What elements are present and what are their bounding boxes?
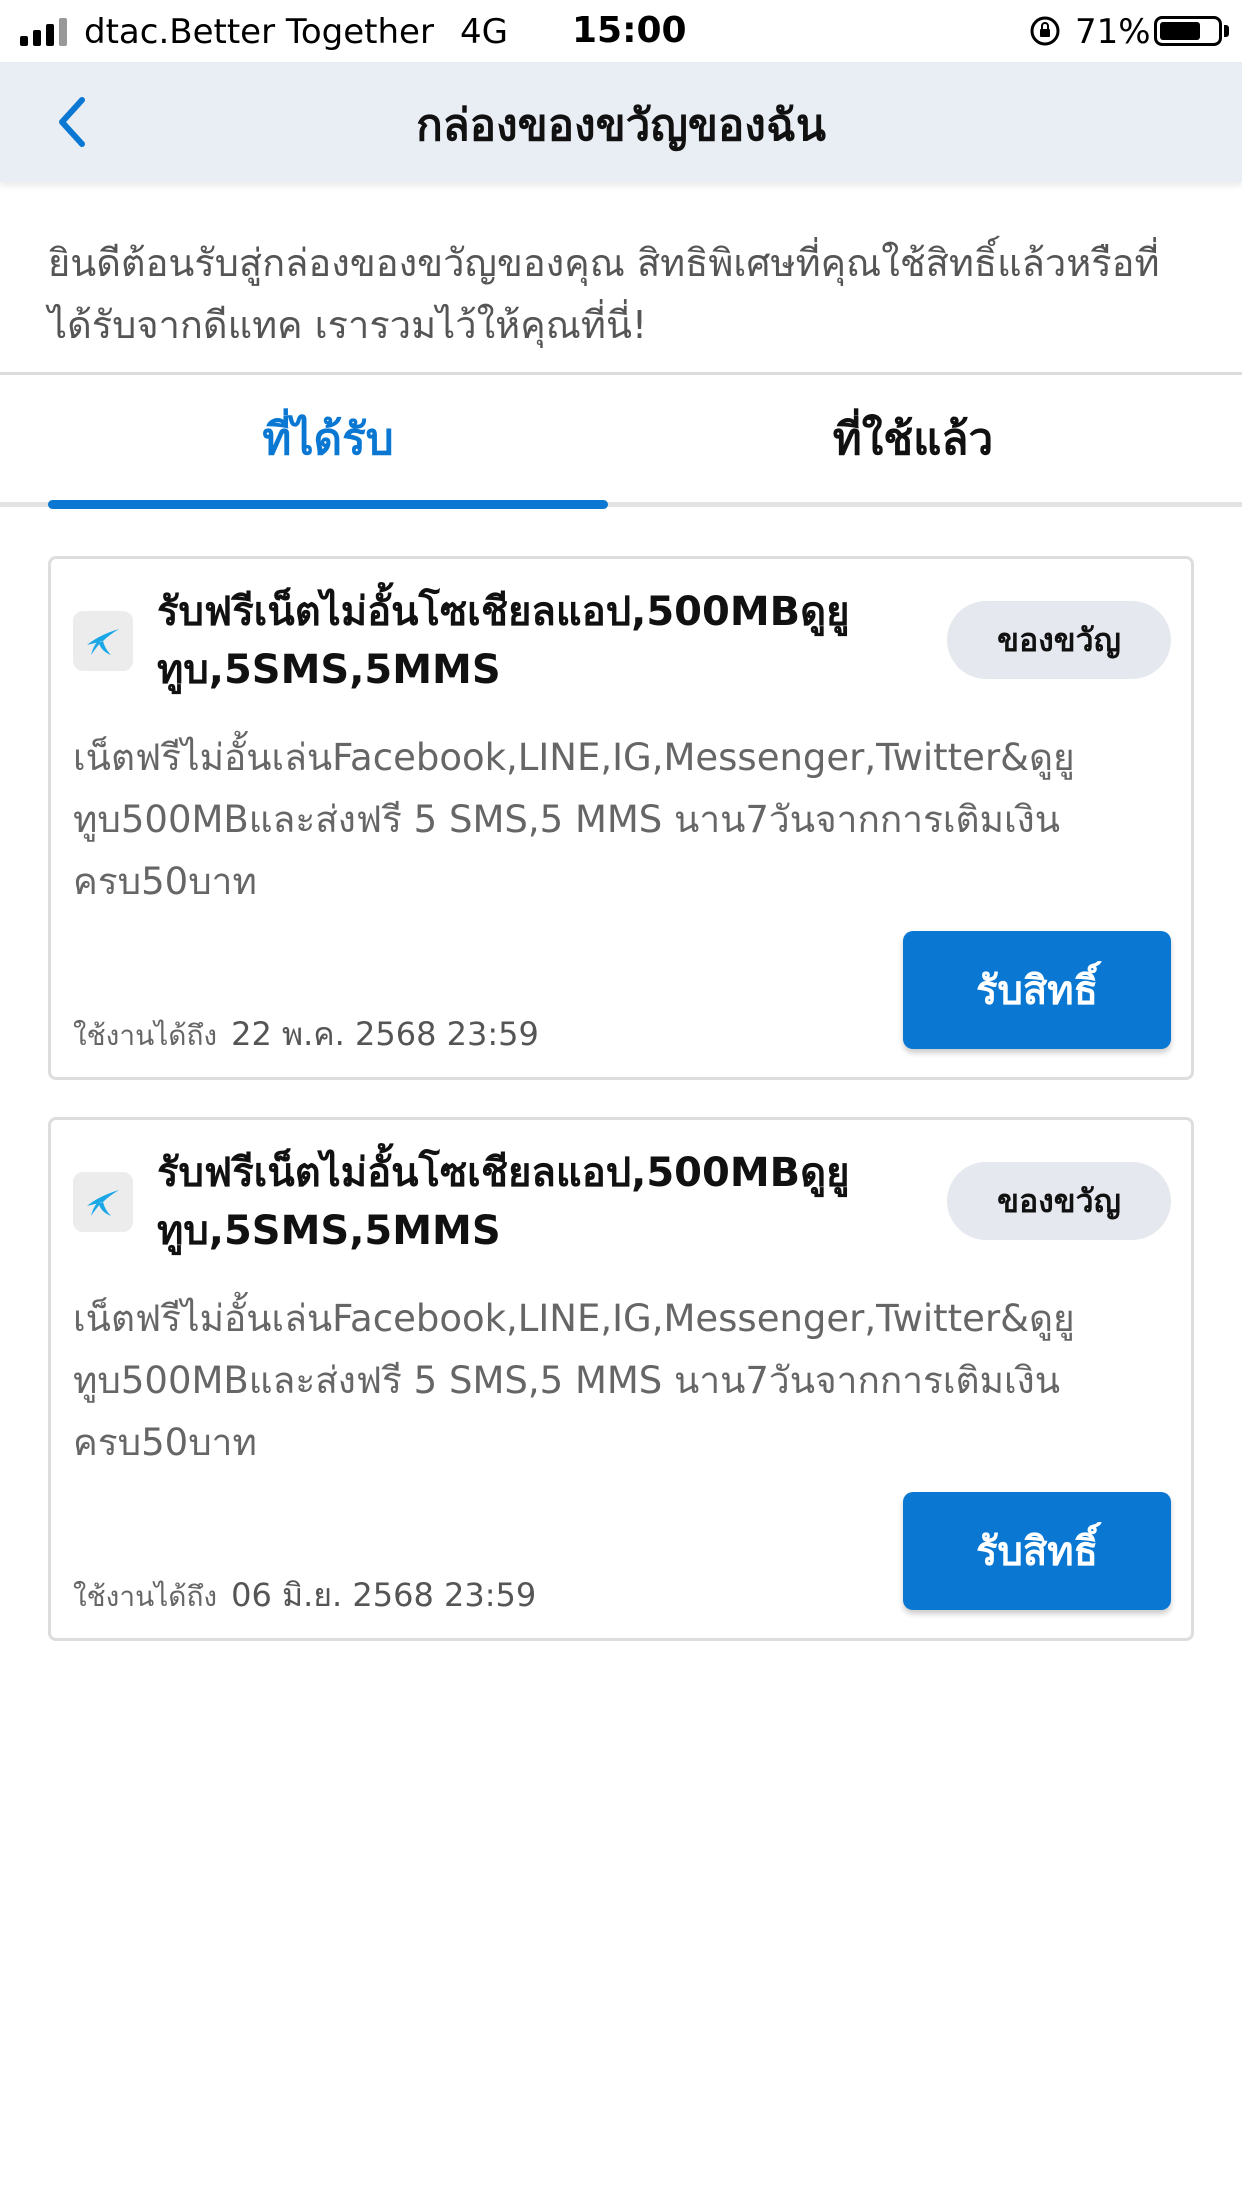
intro-text: ยินดีต้อนรับสู่กล่องของขวัญของคุณ สิทธิพ…	[48, 241, 1160, 347]
expiry-info: ใช้งานได้ถึง 06 มิ.ย. 2568 23:59	[73, 1570, 536, 1621]
clock-time: 15:00	[572, 10, 687, 51]
card-description: เน็ตฟรีไม่อั้นเล่นFacebook,LINE,IG,Messe…	[73, 1297, 1075, 1464]
card-title: รับฟรีเน็ตไม่อั้นโซเชียลแอป,500MBดูยูทูบ…	[157, 589, 850, 693]
dtac-logo-icon	[73, 611, 133, 671]
battery-icon	[1154, 16, 1222, 46]
gift-card: รับฟรีเน็ตไม่อั้นโซเชียลแอป,500MBดูยูทูบ…	[48, 1117, 1194, 1641]
expiry-label: ใช้งานได้ถึง	[73, 1019, 218, 1052]
expiry-date: 22 พ.ค. 2568 23:59	[231, 1015, 539, 1053]
expiry-date: 06 มิ.ย. 2568 23:59	[231, 1576, 537, 1614]
gift-badge: ของขวัญ	[947, 601, 1171, 679]
tab-received[interactable]: ที่ได้รับ	[48, 375, 608, 503]
gift-card: รับฟรีเน็ตไม่อั้นโซเชียลแอป,500MBดูยูทูบ…	[48, 556, 1194, 1080]
expiry-info: ใช้งานได้ถึง 22 พ.ค. 2568 23:59	[73, 1009, 539, 1060]
battery-percent: 71%	[1075, 12, 1151, 52]
signal-icon	[20, 16, 67, 46]
tab-active-indicator	[48, 500, 608, 509]
page-title: กล่องของขวัญของฉัน	[416, 100, 826, 151]
tab-bar: ที่ได้รับ ที่ใช้แล้ว	[0, 375, 1242, 513]
claim-button[interactable]: รับสิทธิ์	[903, 1492, 1171, 1610]
gift-badge: ของขวัญ	[947, 1162, 1171, 1240]
rotation-lock-icon	[1030, 16, 1060, 46]
card-title: รับฟรีเน็ตไม่อั้นโซเชียลแอป,500MBดูยูทูบ…	[157, 1150, 850, 1254]
battery-tip	[1224, 25, 1229, 37]
network-type: 4G	[460, 12, 508, 52]
tab-used[interactable]: ที่ใช้แล้ว	[608, 375, 1218, 503]
dtac-logo-icon	[73, 1172, 133, 1232]
status-bar: dtac.Better Together 4G 15:00 71%	[0, 0, 1242, 62]
nav-bar: กล่องของขวัญของฉัน	[0, 62, 1242, 182]
card-description: เน็ตฟรีไม่อั้นเล่นFacebook,LINE,IG,Messe…	[73, 736, 1075, 903]
expiry-label: ใช้งานได้ถึง	[73, 1580, 218, 1613]
carrier-name: dtac.Better Together	[84, 12, 434, 52]
claim-button[interactable]: รับสิทธิ์	[903, 931, 1171, 1049]
